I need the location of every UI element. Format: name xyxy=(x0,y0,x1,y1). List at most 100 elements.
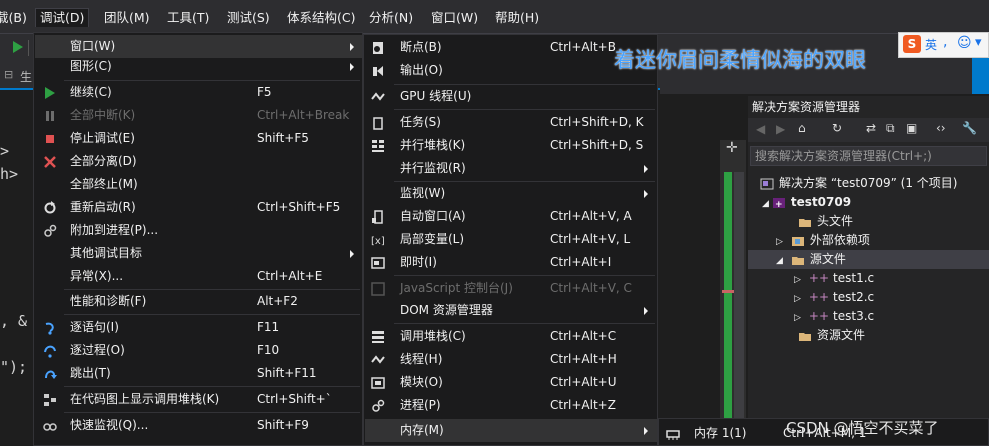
scrollbar-thumb[interactable] xyxy=(734,172,744,446)
menu-item-restart[interactable]: 重新启动(R) Ctrl+Shift+F5 xyxy=(35,196,362,219)
menu-item-immediate[interactable]: 即时(I) Ctrl+Alt+I xyxy=(365,251,657,274)
menu-item-modules[interactable]: 模块(O) Ctrl+Alt+U xyxy=(365,371,657,394)
menu-item-shortcut: Shift+F11 xyxy=(257,366,317,380)
tree-label: 头文件 xyxy=(817,214,854,228)
menu-item-exceptions[interactable]: 异常(X)... Ctrl+Alt+E xyxy=(35,265,362,288)
menu-item-label: 逐过程(O) xyxy=(70,343,125,357)
collapsed-icon[interactable]: ▷ xyxy=(794,313,801,323)
attach-icon xyxy=(44,224,57,237)
menu-item-dom-explorer[interactable]: DOM 资源管理器 xyxy=(365,299,657,322)
tree-folder-source[interactable]: ◢ 源文件 xyxy=(748,250,989,269)
view-code-icon[interactable]: ‹› xyxy=(936,121,946,135)
menu-item-watch[interactable]: 监视(W) xyxy=(365,182,657,205)
menu-item-parallel-stacks[interactable]: 并行堆栈(K) Ctrl+Shift+D, S xyxy=(365,134,657,157)
change-indicator xyxy=(724,172,732,446)
home-icon[interactable]: ⌂ xyxy=(798,121,806,135)
menu-item-tasks[interactable]: 任务(S) Ctrl+Shift+D, K xyxy=(365,111,657,134)
menu-item-other-targets[interactable]: 其他调试目标 xyxy=(35,242,362,265)
menu-item-call-stack[interactable]: 调用堆栈(C) Ctrl+Alt+C xyxy=(365,325,657,348)
menu-item-label: GPU 线程(U) xyxy=(400,89,472,103)
menu-item-step-into[interactable]: 逐语句(I) F11 xyxy=(35,316,362,339)
ime-mode-label[interactable]: 英 xyxy=(925,36,937,53)
autos-icon xyxy=(372,210,383,224)
tree-solution[interactable]: 解决方案 “test0709” (1 个项目) xyxy=(760,174,957,193)
menu-item-gpu-threads[interactable]: GPU 线程(U) xyxy=(365,85,657,108)
show-all-icon[interactable]: ▣ xyxy=(906,121,917,135)
menu-window[interactable]: 窗口(W) xyxy=(431,9,478,27)
immediate-icon xyxy=(371,257,385,269)
code-line: h> xyxy=(0,165,19,183)
menu-item-quick-watch[interactable]: 快速监视(Q)... Shift+F9 xyxy=(35,414,362,437)
menu-debug[interactable]: 调试(D) xyxy=(35,8,90,27)
expanded-icon[interactable]: ◢ xyxy=(776,256,783,266)
debug-menu: 窗口(W) 图形(C) 继续(C) F5 全部中断(K) Ctrl+Alt+Brea… xyxy=(33,32,363,446)
properties-icon[interactable]: 🔧 xyxy=(962,121,977,135)
menu-item-js-console[interactable]: JavaScript 控制台(J) Ctrl+Alt+V, C xyxy=(365,277,657,300)
code-line: > xyxy=(0,142,10,160)
editor-tab-label[interactable]: 生 xyxy=(20,68,32,85)
tree-file[interactable]: ▷ ++ test3.c xyxy=(794,307,874,326)
gpu-threads-icon xyxy=(371,92,385,101)
menu-item-processes[interactable]: 进程(P) Ctrl+Alt+Z xyxy=(365,394,657,417)
menu-item-threads[interactable]: 线程(H) Ctrl+Alt+H xyxy=(365,348,657,371)
breakpoints-icon xyxy=(373,42,383,54)
menu-item-performance[interactable]: 性能和诊断(F) Alt+F2 xyxy=(35,290,362,313)
collapse-icon[interactable]: ⊟ xyxy=(4,68,13,81)
menu-item-attach-process[interactable]: 附加到进程(P)... xyxy=(35,219,362,242)
history-icon[interactable]: ↻ xyxy=(832,121,842,135)
svg-text:+: + xyxy=(775,200,783,209)
emoji-icon[interactable]: ☺ xyxy=(957,35,972,51)
menu-item-step-out[interactable]: 跳出(T) Shift+F11 xyxy=(35,362,362,385)
menu-item-terminate-all[interactable]: 全部终止(M) xyxy=(35,173,362,196)
ime-toolbar[interactable]: S 英 , ☺ ▾ xyxy=(898,32,989,58)
menu-help[interactable]: 帮助(H) xyxy=(495,9,539,27)
solution-search-input[interactable]: 搜索解决方案资源管理器(Ctrl+;) xyxy=(750,146,987,166)
menu-build[interactable]: 载(B) xyxy=(0,9,27,27)
menu-item-continue[interactable]: 继续(C) F5 xyxy=(35,81,362,104)
back-icon[interactable]: ◀ xyxy=(756,122,765,136)
tree-label: 外部依赖项 xyxy=(809,233,870,247)
menu-item-label: 重新启动(R) xyxy=(70,200,136,214)
collapse-all-icon[interactable]: ⧉ xyxy=(886,121,895,136)
call-stack-icon xyxy=(372,331,384,343)
sync-icon[interactable]: ⇄ xyxy=(866,121,876,135)
menu-architecture[interactable]: 体系结构(C) xyxy=(287,9,355,27)
menu-item-stop-debugging[interactable]: 停止调试(E) Shift+F5 xyxy=(35,127,362,150)
menu-item-break-all[interactable]: 全部中断(K) Ctrl+Alt+Break xyxy=(35,104,362,127)
submenu-arrow-icon xyxy=(644,190,648,198)
collapsed-icon[interactable]: ▷ xyxy=(794,294,801,304)
start-debug-icon[interactable] xyxy=(12,40,24,54)
menu-item-label: 并行堆栈(K) xyxy=(400,138,466,152)
tree-file[interactable]: ▷ ++ test1.c xyxy=(794,269,874,288)
menu-item-step-over[interactable]: 逐过程(O) F10 xyxy=(35,339,362,362)
menu-item-label: 快速监视(Q)... xyxy=(70,418,149,432)
menu-item-label: 自动窗口(A) xyxy=(400,209,466,223)
menu-item-detach-all[interactable]: 全部分离(D) xyxy=(35,150,362,173)
submenu-arrow-icon xyxy=(350,63,354,71)
expanded-icon[interactable]: ◢ xyxy=(762,199,769,209)
tree-external-deps[interactable]: ▷ 外部依赖项 xyxy=(776,231,870,250)
menu-item-memory[interactable]: 内存(M) xyxy=(365,419,657,442)
menu-analyze[interactable]: 分析(N) xyxy=(369,9,413,27)
menu-item-parallel-watch[interactable]: 并行监视(R) xyxy=(365,157,657,180)
menu-test[interactable]: 测试(S) xyxy=(227,9,270,27)
punctuation-icon[interactable]: , xyxy=(943,34,947,50)
split-icon[interactable]: ✛ xyxy=(726,140,738,156)
collapsed-icon[interactable]: ▷ xyxy=(794,275,801,285)
menu-item-locals[interactable]: [x] 局部变量(L) Ctrl+Alt+V, L xyxy=(365,228,657,251)
menu-item-graphics[interactable]: 图形(C) xyxy=(35,55,362,78)
collapsed-icon[interactable]: ▷ xyxy=(776,237,783,247)
menu-tools[interactable]: 工具(T) xyxy=(167,9,209,27)
ime-more-icon[interactable]: ▾ xyxy=(975,35,982,50)
menu-team[interactable]: 团队(M) xyxy=(104,9,150,27)
editor-scrollbar[interactable]: ✛ xyxy=(720,140,746,446)
tree-file[interactable]: ▷ ++ test2.c xyxy=(794,288,874,307)
tree-project[interactable]: ◢ + test0709 xyxy=(762,193,851,212)
menu-item-code-map-callstack[interactable]: 在代码图上显示调用堆栈(K) Ctrl+Shift+` xyxy=(35,388,362,411)
tree-folder-headers[interactable]: 头文件 xyxy=(798,212,853,231)
tree-folder-resources[interactable]: 资源文件 xyxy=(798,326,865,345)
submenu-arrow-icon xyxy=(644,307,648,315)
forward-icon[interactable]: ▶ xyxy=(776,122,785,136)
menu-item-autos[interactable]: 自动窗口(A) Ctrl+Alt+V, A xyxy=(365,205,657,228)
js-console-icon xyxy=(371,282,385,296)
